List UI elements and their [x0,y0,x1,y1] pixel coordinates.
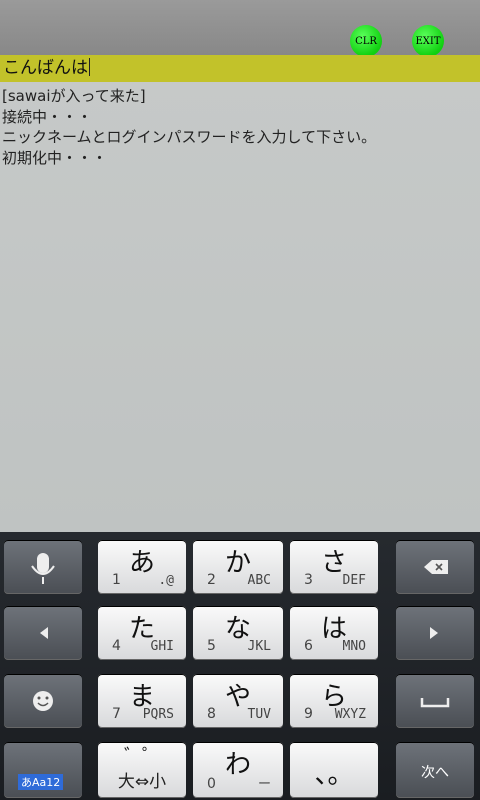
next-key-label: 次へ [421,765,449,781]
chat-log: [sawaiが入って来た] 接続中・・・ ニックネームとログインパスワードを入力… [2,86,472,168]
message-input-value: こんばんは [3,58,88,78]
soft-keyboard: あAa12 あ 1 .@ か 2 ABC さ 3 DEF た 4 GHI な 5… [0,532,480,800]
key-alpha: GHI [150,639,174,654]
key-number: 4 [112,638,121,654]
key-alpha: ー [257,777,271,792]
kana-key-sa[interactable]: さ 3 DEF [290,540,378,594]
kana-key-ya[interactable]: や 8 TUV [193,674,283,728]
next-key[interactable]: 次へ [396,742,474,798]
key-number: 5 [207,638,216,654]
kana-key-wa[interactable]: わ 0 ー [193,742,283,798]
kana-key-ka[interactable]: か 2 ABC [193,540,283,594]
backspace-key[interactable] [396,540,474,594]
key-number: 9 [304,706,313,722]
key-number: 1 [112,572,121,588]
exit-button[interactable]: EXIT [412,25,444,57]
key-kana: ゛゜ [124,746,160,767]
kana-key-a[interactable]: あ 1 .@ [98,540,186,594]
key-alpha: DEF [342,573,366,588]
key-alpha: JKL [247,639,271,654]
microphone-icon [31,553,55,584]
key-alpha: PQRS [142,707,174,722]
mic-key[interactable] [4,540,82,594]
log-line: [sawaiが入って来た] [2,87,146,105]
key-alpha: WXYZ [334,707,366,722]
punctuation-key[interactable]: 、。 [290,742,378,798]
key-number: 6 [304,638,313,654]
space-icon [420,698,450,708]
key-sub: 大⇔小 [117,772,167,792]
clear-button[interactable]: CLR [350,25,382,57]
input-mode-key[interactable]: あAa12 [4,742,82,798]
key-alpha: TUV [247,707,271,722]
kana-key-ha[interactable]: は 6 MNO [290,606,378,660]
kana-key-ra[interactable]: ら 9 WXYZ [290,674,378,728]
key-number: 2 [207,572,216,588]
emoji-key[interactable] [4,674,82,728]
top-bar: CLR EXIT [0,0,480,57]
emoji-icon [33,691,53,711]
key-number: 3 [304,572,313,588]
kana-key-ma[interactable]: ま 7 PQRS [98,674,186,728]
dakuten-key[interactable]: ゛゜ 大⇔小 [98,742,186,798]
cursor-left-icon [40,627,48,639]
key-number: 7 [112,706,121,722]
backspace-icon [424,560,448,574]
space-key[interactable] [396,674,474,728]
cursor-right-key[interactable] [396,606,474,660]
chat-app: CLR EXIT こんばんは [sawaiが入って来た] 接続中・・・ ニックネ… [0,0,480,532]
key-alpha: ABC [247,573,271,588]
key-alpha: .@ [158,573,174,588]
cursor-right-icon [430,627,438,639]
kana-key-ta[interactable]: た 4 GHI [98,606,186,660]
text-caret [89,58,90,76]
log-line: 接続中・・・ [2,107,93,126]
cursor-left-key[interactable] [4,606,82,660]
key-number: 0 [207,776,216,792]
log-line: 初期化中・・・ [2,148,108,167]
key-kana: 、。 [314,760,354,790]
log-line: ニックネームとログインパスワードを入力して下さい。 [2,128,377,146]
message-input[interactable]: こんばんは [0,55,480,82]
input-mode-label: あAa12 [18,774,64,790]
kana-key-na[interactable]: な 5 JKL [193,606,283,660]
key-number: 8 [207,706,216,722]
key-alpha: MNO [342,639,366,654]
